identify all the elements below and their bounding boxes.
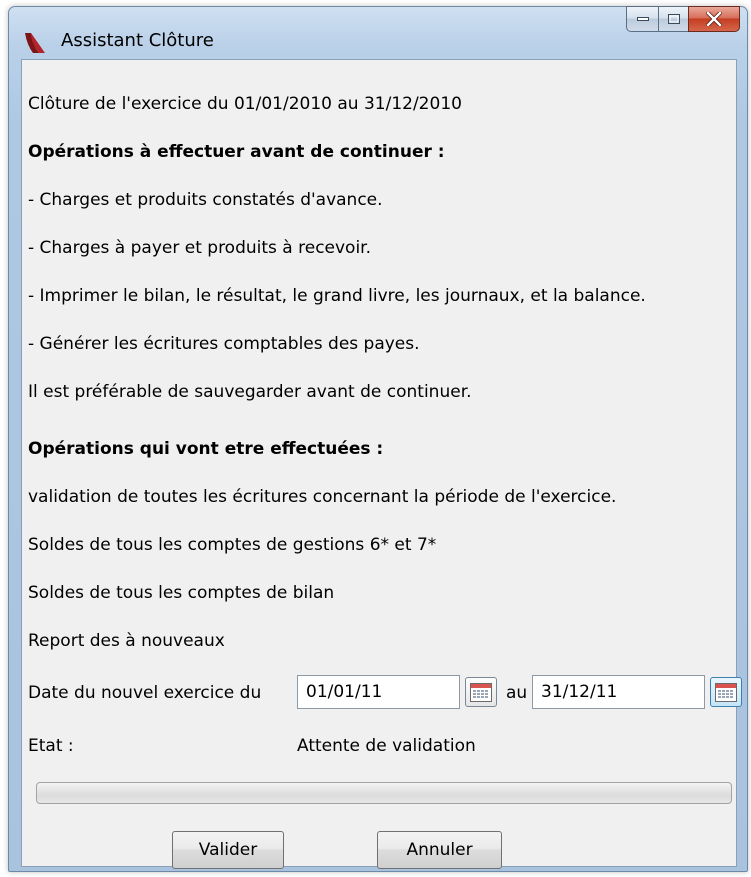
after-item: validation de toutes les écritures conce… (28, 487, 617, 507)
after-item: Report des à nouveaux (28, 631, 225, 651)
minimize-icon (636, 17, 649, 21)
end-date-field[interactable]: 31/12/11 (532, 675, 705, 709)
end-date-calendar-button[interactable] (710, 677, 742, 707)
progress-bar (36, 782, 732, 804)
maximize-button[interactable] (658, 6, 688, 32)
after-heading: Opérations qui vont etre effectuées : (28, 439, 384, 459)
before-item: - Charges et produits constatés d'avance… (28, 190, 383, 210)
close-button[interactable] (688, 6, 740, 32)
after-item: Soldes de tous les comptes de bilan (28, 583, 335, 603)
window-title: Assistant Clôture (61, 30, 214, 51)
calendar-icon (715, 683, 737, 702)
app-logo-icon (23, 31, 49, 55)
exercise-line: Clôture de l'exercice du 01/01/2010 au 3… (28, 94, 462, 114)
status-value: Attente de validation (297, 736, 476, 756)
calendar-icon (470, 683, 492, 702)
cancel-button[interactable]: Annuler (377, 831, 502, 869)
new-exercise-label: Date du nouvel exercice du (28, 683, 262, 703)
validate-button[interactable]: Valider (172, 831, 284, 869)
before-item: - Imprimer le bilan, le résultat, le gra… (28, 286, 646, 306)
maximize-icon (667, 14, 680, 24)
before-item: - Charges à payer et produits à recevoir… (28, 238, 372, 258)
before-heading: Opérations à effectuer avant de continue… (28, 142, 445, 162)
dialog-window: Assistant Clôture Clôture de l'exercice … (8, 6, 748, 872)
window-controls (626, 6, 740, 32)
start-date-field[interactable]: 01/01/11 (297, 675, 460, 709)
save-advice: Il est préférable de sauvegarder avant d… (28, 382, 472, 402)
minimize-button[interactable] (626, 6, 658, 32)
close-icon (706, 12, 722, 26)
start-date-calendar-button[interactable] (465, 677, 497, 707)
title-bar[interactable]: Assistant Clôture (9, 6, 747, 59)
after-item: Soldes de tous les comptes de gestions 6… (28, 535, 437, 555)
dialog-content: Clôture de l'exercice du 01/01/2010 au 3… (21, 59, 742, 869)
before-item: - Générer les écritures comptables des p… (28, 334, 420, 354)
status-label: Etat : (28, 736, 74, 756)
date-separator: au (506, 683, 528, 703)
